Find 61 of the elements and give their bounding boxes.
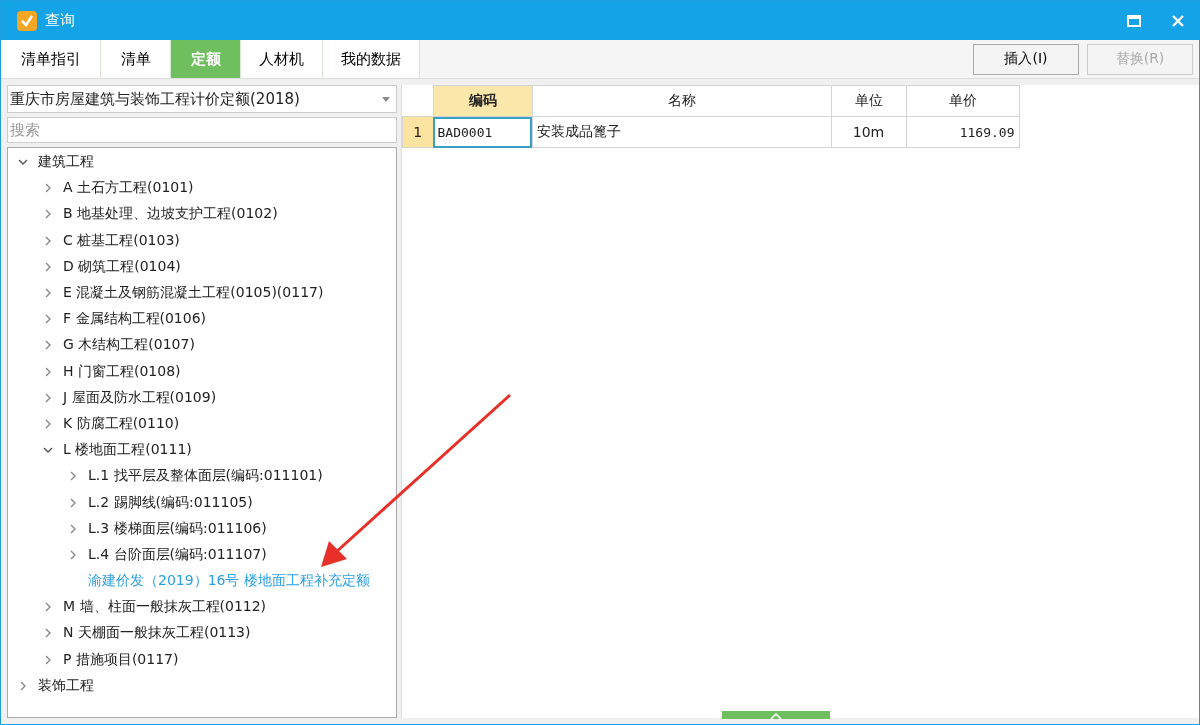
chevron-right-icon[interactable] (43, 235, 53, 246)
tab[interactable]: 清单指引 (1, 40, 101, 78)
chevron-right-icon[interactable] (68, 497, 78, 508)
tab[interactable]: 清单 (101, 40, 171, 78)
chevron-right-icon[interactable] (43, 392, 53, 403)
chevron-right-icon[interactable] (43, 314, 53, 325)
chevron-right-icon[interactable] (43, 366, 53, 377)
tree-item[interactable]: L.4 台阶面层(编码:011107) (88, 545, 267, 564)
tree-item[interactable]: G 木结构工程(0107) (63, 336, 195, 355)
action-button[interactable]: 插入(I) (973, 43, 1079, 75)
tree-item[interactable]: P 措施项目(0117) (63, 650, 179, 669)
dropdown[interactable]: 重庆市房屋建筑与装饰工程计价定额(2018) (7, 85, 397, 113)
chevron-right-icon[interactable] (68, 549, 78, 560)
column-header[interactable]: 名称 (532, 85, 831, 117)
search-field[interactable]: 搜索 (7, 117, 397, 143)
maximize-icon[interactable] (1127, 14, 1141, 27)
tree-item[interactable]: F 金属结构工程(0106) (63, 310, 207, 329)
caret-up-icon (770, 713, 782, 719)
table-cell: BAD0001 (433, 116, 532, 148)
tree-item[interactable]: N 天棚面一般抹灰工程(0113) (63, 624, 251, 643)
tree-item[interactable]: L 楼地面工程(0111) (63, 441, 192, 460)
chevron-right-icon[interactable] (43, 628, 53, 639)
tab[interactable]: 我的数据 (323, 40, 420, 78)
dropdown-arrow-icon (382, 96, 390, 102)
tree-item[interactable]: C 桩基工程(0103) (63, 231, 180, 250)
column-header[interactable]: 单位 (831, 85, 906, 117)
tree-item[interactable]: B 地基处理、边坡支护工程(0102) (63, 205, 278, 224)
chevron-right-icon[interactable] (68, 471, 78, 482)
tree-item[interactable]: K 防腐工程(0110) (63, 414, 180, 433)
tree-item[interactable]: L.2 踢脚线(编码:011105) (88, 493, 253, 512)
tree-item[interactable]: A 土石方工程(0101) (63, 179, 194, 198)
chevron-right-icon[interactable] (43, 602, 53, 613)
chevron-right-icon[interactable] (43, 209, 53, 220)
chevron-right-icon[interactable] (43, 183, 53, 194)
tree-item[interactable]: L.1 找平层及整体面层(编码:011101) (88, 467, 323, 486)
row-number: 1 (402, 116, 433, 148)
tree-item[interactable]: 建筑工程 (38, 153, 94, 172)
chevron-right-icon[interactable] (43, 340, 53, 351)
table-cell: 10m (831, 116, 906, 148)
table-cell: 安装成品篦子 (532, 116, 831, 148)
collapse-handle[interactable] (722, 711, 830, 719)
chevron-right-icon[interactable] (43, 288, 53, 299)
app-logo-icon (17, 10, 37, 31)
tree-item[interactable]: J 屋面及防水工程(0109) (63, 388, 217, 407)
window-title: 查询 (45, 11, 75, 30)
tree-item[interactable]: D 砌筑工程(0104) (63, 257, 181, 276)
chevron-right-icon[interactable] (43, 654, 53, 665)
tree-item[interactable]: L.3 楼梯面层(编码:011106) (88, 519, 267, 538)
column-header[interactable]: 单价 (906, 85, 1019, 117)
tree-item[interactable]: H 门窗工程(0108) (63, 362, 181, 381)
table-cell: 1169.09 (906, 116, 1019, 148)
tree-item[interactable]: 装饰工程 (38, 676, 94, 695)
tree-item[interactable]: M 墙、柱面一般抹灰工程(0112) (63, 598, 267, 617)
chevron-right-icon[interactable] (43, 261, 53, 272)
close-icon[interactable] (1171, 13, 1185, 28)
column-header[interactable]: 编码 (433, 85, 532, 117)
tree-item[interactable]: E 混凝土及钢筋混凝土工程(0105)(0117) (63, 284, 324, 303)
tab[interactable]: 人材机 (241, 40, 323, 78)
chevron-right-icon[interactable] (68, 523, 78, 534)
chevron-right-icon[interactable] (18, 680, 28, 691)
chevron-right-icon[interactable] (43, 418, 53, 429)
